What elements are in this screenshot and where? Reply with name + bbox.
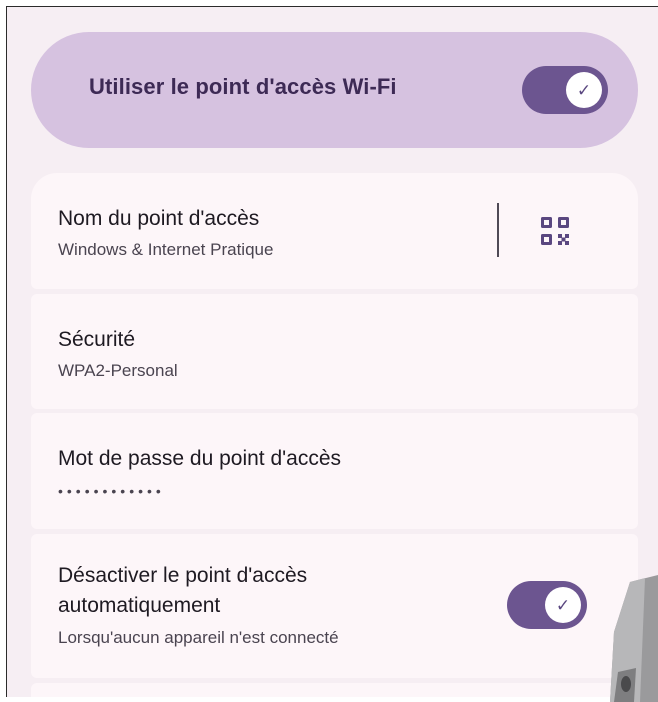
qr-code-icon[interactable] (540, 216, 570, 246)
hotspot-name-row[interactable]: Nom du point d'accès Windows & Internet … (31, 173, 638, 289)
security-value: WPA2-Personal (58, 361, 178, 380)
check-icon: ✓ (576, 80, 592, 100)
password-row[interactable]: Mot de passe du point d'accès ••••••••••… (31, 413, 638, 529)
switch-knob: ✓ (566, 72, 602, 108)
next-settings-row[interactable] (31, 683, 638, 697)
password-masked-value: •••••••••••• (58, 483, 165, 499)
switch-knob: ✓ (545, 587, 581, 623)
auto-off-switch[interactable]: ✓ (507, 581, 587, 629)
auto-off-row[interactable]: Désactiver le point d'accès automatiquem… (31, 534, 638, 678)
auto-off-subtitle: Lorsqu'aucun appareil n'est connecté (58, 628, 339, 647)
security-row[interactable]: Sécurité WPA2-Personal (31, 294, 638, 409)
screen-frame: Utiliser le point d'accès Wi-Fi ✓ Nom du… (6, 6, 658, 697)
hotspot-master-toggle-row[interactable]: Utiliser le point d'accès Wi-Fi ✓ (31, 32, 638, 148)
hotspot-name-title: Nom du point d'accès (58, 207, 260, 230)
security-title: Sécurité (58, 328, 136, 351)
vertical-divider (497, 203, 499, 257)
password-title: Mot de passe du point d'accès (58, 447, 342, 470)
check-icon: ✓ (555, 595, 571, 615)
plug-photo-decoration (610, 575, 658, 702)
hotspot-master-label: Utiliser le point d'accès Wi-Fi (89, 74, 397, 99)
auto-off-title-line1: Désactiver le point d'accès (58, 564, 308, 587)
hotspot-name-value: Windows & Internet Pratique (58, 240, 274, 259)
hotspot-master-switch[interactable]: ✓ (522, 66, 608, 114)
auto-off-title-line2: automatiquement (58, 594, 221, 617)
